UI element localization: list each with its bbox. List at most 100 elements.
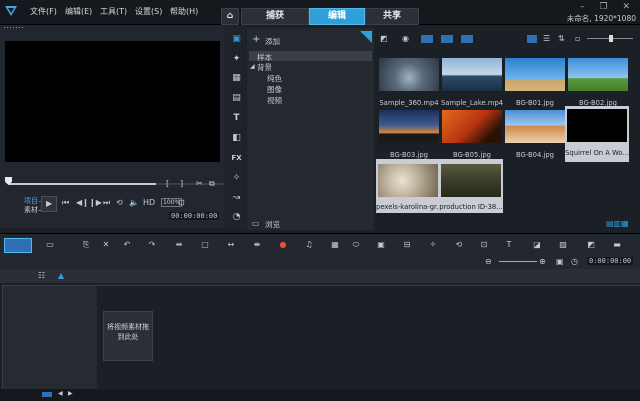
mark-out-icon[interactable]: ] bbox=[180, 179, 183, 188]
library-item[interactable]: Sample_360.mp4 bbox=[378, 56, 440, 116]
instant-project-icon[interactable]: ✦ bbox=[230, 53, 243, 66]
crop-clip-icon[interactable]: ▢ bbox=[199, 240, 211, 250]
preview-window[interactable] bbox=[5, 41, 220, 162]
fit-icon[interactable]: ⇹ bbox=[173, 240, 185, 250]
show-photo-icon[interactable] bbox=[441, 35, 453, 43]
next-frame-icon[interactable]: ❙▶ bbox=[89, 198, 102, 207]
browse-icon[interactable]: ▭ bbox=[252, 219, 259, 228]
tree-item-solid-color[interactable]: 纯色 bbox=[267, 73, 282, 84]
chart-icon[interactable]: ◩ bbox=[585, 240, 597, 250]
redo-icon[interactable]: ↷ bbox=[146, 240, 158, 250]
tab-capture[interactable]: 捕获 bbox=[241, 8, 309, 25]
camera-icon[interactable]: ▬ bbox=[611, 240, 623, 250]
scrub-bar[interactable] bbox=[8, 183, 156, 185]
tree-item-image[interactable]: 图像 bbox=[267, 84, 282, 95]
library-item[interactable]: BG-B04.jpg bbox=[504, 108, 566, 168]
library-item-selected[interactable]: production ID-38... bbox=[439, 159, 503, 213]
graphics-icon[interactable]: ◧ bbox=[230, 132, 243, 145]
sort-icon[interactable]: ⇅ bbox=[558, 34, 565, 43]
repeat-icon[interactable]: ⟲ bbox=[116, 198, 123, 207]
home-start-icon[interactable]: ⏮ bbox=[62, 198, 69, 208]
split-clip-icon[interactable]: ✂ bbox=[196, 179, 203, 188]
volume-icon[interactable]: 🔈 bbox=[129, 198, 139, 207]
stabilize-icon[interactable]: ⊡ bbox=[478, 240, 490, 250]
browse-label[interactable]: 浏览 bbox=[265, 219, 280, 230]
library-item-selected[interactable]: pexels-karolina-gr... bbox=[376, 159, 440, 213]
expand-arrow-icon[interactable]: ◢ bbox=[250, 63, 255, 70]
library-item[interactable]: BG-B01.jpg bbox=[504, 56, 566, 116]
menu-tools[interactable]: 工具(T) bbox=[100, 6, 127, 17]
prev-frame-icon[interactable]: ◀❙ bbox=[76, 198, 89, 207]
thumbnail bbox=[379, 110, 439, 143]
tree-item-video[interactable]: 视频 bbox=[267, 95, 282, 106]
copy-icon[interactable]: ⎘ bbox=[80, 240, 92, 250]
show-video-icon[interactable] bbox=[421, 35, 433, 43]
storyboard-view-icon[interactable] bbox=[4, 238, 32, 253]
thumb-size-handle[interactable] bbox=[609, 35, 613, 42]
menu-edit[interactable]: 编辑(E) bbox=[65, 6, 92, 17]
multi-cam-icon[interactable]: ⊟ bbox=[401, 240, 413, 250]
zoom-slider[interactable] bbox=[499, 261, 537, 262]
menu-file[interactable]: 文件(F) bbox=[30, 6, 57, 17]
mask-icon[interactable]: ✧ bbox=[427, 240, 439, 250]
subtitle-icon[interactable]: ▣ bbox=[375, 240, 387, 250]
show-audio-icon[interactable] bbox=[461, 35, 473, 43]
scroll-right-icon[interactable]: ▶ bbox=[68, 390, 73, 397]
speed-icon[interactable]: ◔ bbox=[230, 211, 243, 224]
color-icon[interactable]: ◪ bbox=[531, 240, 543, 250]
tree-item-background[interactable]: 背景 bbox=[257, 62, 272, 73]
audio-mixer-icon[interactable]: ♫ bbox=[303, 240, 315, 250]
loop-icon[interactable]: ⟲ bbox=[453, 240, 465, 250]
add-marker-icon[interactable]: ▲ bbox=[58, 271, 64, 280]
trim-icon[interactable]: ↔ bbox=[225, 240, 237, 250]
fit-project-icon[interactable]: ▣ bbox=[556, 257, 564, 266]
library-item[interactable]: Sample_Lake.mp4 bbox=[441, 56, 503, 116]
title-list-icon[interactable]: ▤ bbox=[230, 92, 243, 105]
menu-settings[interactable]: 设置(S) bbox=[135, 6, 162, 17]
list-view-icon[interactable]: ☰ bbox=[543, 34, 550, 43]
media-icon[interactable]: ▣ bbox=[230, 33, 243, 46]
play-icon: ▶ bbox=[46, 199, 53, 208]
player-timecode[interactable]: 00:00:00:00 bbox=[169, 212, 220, 220]
transition-icon[interactable]: ▦ bbox=[230, 72, 243, 85]
library-item-selected[interactable]: Squirrel On A Wo... bbox=[565, 106, 629, 162]
mark-in-icon[interactable]: [ bbox=[166, 179, 169, 188]
path-icon[interactable]: ↝ bbox=[230, 192, 243, 205]
title-icon[interactable]: T bbox=[230, 112, 243, 125]
storyboard-area[interactable] bbox=[97, 285, 640, 390]
menu-help[interactable]: 帮助(H) bbox=[170, 6, 198, 17]
motion-icon[interactable]: ✧ bbox=[230, 172, 243, 185]
timeline-timecode[interactable]: 0:00:00:00 bbox=[587, 257, 634, 265]
tab-edit[interactable]: 编辑 bbox=[309, 8, 365, 25]
auto-music-icon[interactable]: ▦ bbox=[329, 240, 341, 250]
add-folder-label[interactable]: 添加 bbox=[265, 36, 280, 47]
play-button[interactable]: ▶ bbox=[41, 196, 57, 212]
scroll-thumb[interactable] bbox=[42, 392, 52, 397]
record-icon[interactable]: ◉ bbox=[402, 34, 409, 43]
drop-target[interactable]: 将视频素材拖到此处 bbox=[103, 311, 153, 361]
tab-share[interactable]: 共享 bbox=[365, 8, 419, 25]
add-icon[interactable]: + bbox=[252, 34, 260, 45]
timeline-view-icon[interactable]: ▭ bbox=[44, 240, 56, 250]
import-media-icon[interactable]: ◩ bbox=[380, 34, 388, 43]
record-capture-icon[interactable]: ● bbox=[277, 240, 289, 250]
enlarge-icon[interactable]: ⧉ bbox=[209, 179, 215, 189]
zoom-out-icon[interactable]: ⊖ bbox=[485, 257, 492, 266]
track-manager-icon[interactable]: ☷ bbox=[38, 271, 45, 280]
text-icon[interactable]: T bbox=[503, 240, 515, 250]
thumbnail-view-icon[interactable] bbox=[527, 35, 537, 43]
motion-track-icon[interactable]: ⬭ bbox=[350, 240, 362, 250]
scroll-left-icon[interactable]: ◀ bbox=[58, 390, 63, 397]
home-icon[interactable]: ⌂ bbox=[221, 8, 239, 25]
crop-icon[interactable]: ⊡ bbox=[178, 198, 185, 207]
split-icon[interactable]: ⇼ bbox=[251, 240, 263, 250]
tools-icon[interactable]: ✕ bbox=[100, 240, 112, 250]
zoom-in-icon[interactable]: ⊕ bbox=[539, 257, 546, 266]
window-controls[interactable]: – ❐ ✕ bbox=[580, 2, 636, 12]
undo-icon[interactable]: ↶ bbox=[121, 240, 133, 250]
end-icon[interactable]: ⏭ bbox=[103, 198, 110, 208]
hd-preview-button[interactable]: HD bbox=[143, 198, 155, 207]
view-options-icon[interactable]: ▤▥▦ bbox=[606, 219, 629, 228]
image-icon[interactable]: ▨ bbox=[557, 240, 569, 250]
fx-icon[interactable]: FX bbox=[230, 152, 243, 165]
